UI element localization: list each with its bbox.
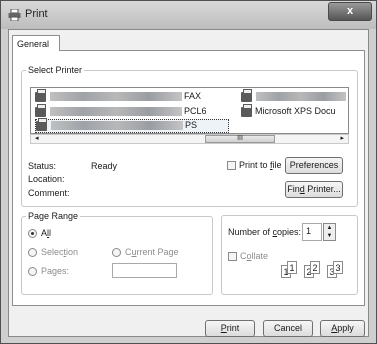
title-bar[interactable]: Print x [1,1,376,29]
copies-input[interactable]: 1 [302,223,322,241]
printer-icon [241,89,252,102]
printer-icon [8,8,21,22]
printer-icon [35,89,46,102]
redacted-printer-name [51,121,183,130]
redacted-printer-name [50,107,182,116]
printer-list[interactable]: FAX PCL6 PS Microsoft XPS Docu [30,87,349,134]
dialog-body: General Select Printer FAX PCL6 PS Micro… [8,29,369,337]
printer-label-ps: PS [185,120,198,130]
select-printer-group: Select Printer FAX PCL6 PS Microsoft XPS… [21,65,358,207]
cancel-button[interactable]: Cancel [263,320,313,337]
printer-icon [241,104,252,117]
apply-button[interactable]: Apply [320,320,365,337]
preferences-button[interactable]: Preferences [285,157,343,174]
general-tab-panel: Select Printer FAX PCL6 PS Microsoft XPS… [12,50,365,306]
current-page-radio[interactable] [112,248,121,257]
close-button[interactable]: x [328,2,372,21]
collate-label: Collate [240,251,269,261]
pages-input[interactable] [112,263,177,278]
printer-icon [35,104,46,117]
status-label: Status: [28,161,57,171]
print-to-file-label: Print to file [239,160,282,170]
location-label: Location: [28,174,65,184]
status-value: Ready [91,161,118,171]
collate-checkbox[interactable] [228,252,237,261]
number-of-copies-label: Number of copies: [228,227,302,237]
all-pages-label: All [41,228,52,238]
scroll-thumb[interactable]: III [205,135,275,143]
printer-list-scrollbar[interactable]: ◂ III ▸ [30,134,349,144]
collate-page: 3 [333,261,343,274]
copies-group: Number of copies: 1 ▲ ▼ Collate 1 1 2 2 3… [221,215,358,295]
scroll-right-arrow-icon[interactable]: ▸ [340,135,344,143]
printer-icon [36,118,47,131]
collate-page: 1 [287,261,297,274]
collate-page: 2 [310,261,320,274]
find-printer-button[interactable]: Find Printer... [285,181,343,198]
printer-label-pcl6: PCL6 [184,106,207,116]
scroll-left-arrow-icon[interactable]: ◂ [35,135,39,143]
redacted-printer-name [50,92,182,101]
current-page-label: Current Page [125,247,179,257]
print-button[interactable]: Print [205,320,255,337]
page-range-legend: Page Range [28,211,79,221]
all-pages-radio[interactable] [28,229,37,238]
printer-label-fax: FAX [184,91,202,101]
select-printer-legend: Select Printer [28,65,83,75]
print-to-file-checkbox[interactable] [227,161,236,170]
printer-item-ps[interactable]: PS [35,118,229,133]
selection-label: Selection [41,247,79,257]
printer-label-xps: Microsoft XPS Docu [255,106,336,116]
tab-general[interactable]: General [12,35,60,51]
selection-radio[interactable] [28,248,37,257]
copies-stepper[interactable]: ▲ ▼ [323,223,336,241]
print-dialog: Print x General Select Printer FAX PCL6 [0,0,377,344]
comment-label: Comment: [28,188,70,198]
page-range-group: Page Range All Selection Current Page Pa… [21,211,213,295]
pages-label: Pages: [41,266,70,276]
redacted-printer-name [256,92,346,101]
pages-radio[interactable] [28,267,37,276]
window-title: Print [25,8,48,20]
